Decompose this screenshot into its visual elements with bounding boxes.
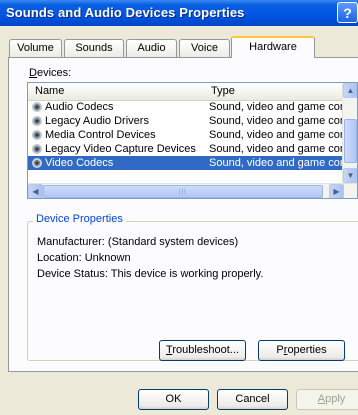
device-row[interactable]: Legacy Video Capture Devices Sound, vide… <box>28 142 344 156</box>
tab-sounds[interactable]: Sounds <box>64 39 124 57</box>
devices-label: Devices: <box>29 67 72 79</box>
dialog-window: Sounds and Audio Devices Properties ? Vo… <box>0 0 358 415</box>
devices-list[interactable]: Name Type Audio Codecs Sound, video and … <box>27 82 358 199</box>
title-bar[interactable]: Sounds and Audio Devices Properties ? <box>0 0 358 26</box>
scroll-left-icon[interactable]: ◀ <box>28 184 43 198</box>
tab-volume[interactable]: Volume <box>9 39 62 57</box>
horizontal-scrollbar[interactable]: ◀ ||| ▶ <box>28 183 357 198</box>
device-properties-title: Device Properties <box>33 213 126 225</box>
horizontal-scroll-thumb[interactable]: ||| <box>43 185 323 198</box>
location-text: Location: Unknown <box>37 252 131 264</box>
device-row[interactable]: Media Control Devices Sound, video and g… <box>28 128 344 142</box>
help-icon: ? <box>343 5 352 21</box>
column-header-name[interactable]: Name <box>35 85 64 97</box>
scroll-right-icon[interactable]: ▶ <box>329 184 344 198</box>
help-button[interactable]: ? <box>337 2 358 23</box>
device-row-selected[interactable]: Video Codecs Sound, video and game contr… <box>28 156 344 170</box>
column-header-type[interactable]: Type <box>211 85 235 97</box>
ok-button[interactable]: OK <box>138 389 209 410</box>
device-row[interactable]: Legacy Audio Drivers Sound, video and ga… <box>28 114 344 128</box>
scroll-up-icon[interactable]: ▲ <box>343 83 357 98</box>
window-title: Sounds and Audio Devices Properties <box>6 5 245 20</box>
cancel-button[interactable]: Cancel <box>217 389 288 410</box>
vertical-scroll-thumb[interactable] <box>344 119 357 163</box>
troubleshoot-button[interactable]: Troubleshoot... <box>159 340 246 361</box>
speaker-device-icon <box>32 130 42 140</box>
properties-button[interactable]: Properties <box>258 340 345 361</box>
scroll-down-icon[interactable]: ▼ <box>343 168 357 183</box>
speaker-device-icon <box>32 116 42 126</box>
tab-audio[interactable]: Audio <box>126 39 177 57</box>
apply-button: Apply <box>296 389 358 410</box>
vertical-scrollbar[interactable]: ▲ ▼ <box>342 83 357 183</box>
speaker-device-icon <box>32 102 42 112</box>
grip-icon: ||| <box>179 189 187 195</box>
tab-hardware[interactable]: Hardware <box>231 36 315 58</box>
device-row[interactable]: Audio Codecs Sound, video and game contr… <box>28 100 344 114</box>
speaker-device-icon <box>32 158 42 168</box>
list-header: Name Type <box>28 83 357 101</box>
speaker-device-icon <box>32 144 42 154</box>
device-status-text: Device Status: This device is working pr… <box>37 268 264 280</box>
tab-strip: Volume Sounds Audio Voice Hardware <box>8 36 358 58</box>
tab-voice[interactable]: Voice <box>179 39 230 57</box>
manufacturer-text: Manufacturer: (Standard system devices) <box>37 236 239 248</box>
